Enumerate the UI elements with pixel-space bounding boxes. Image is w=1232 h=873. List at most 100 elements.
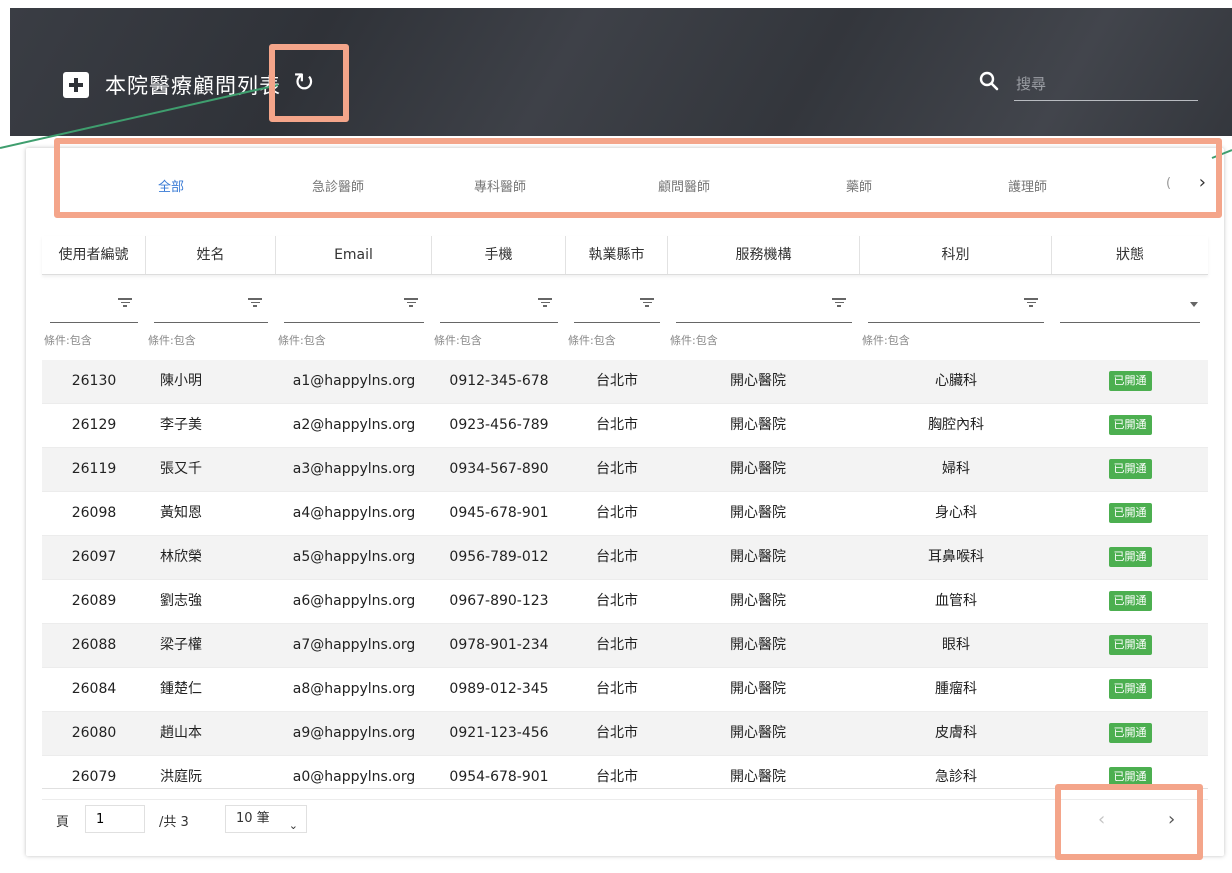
- filter-phone[interactable]: 條件:包含: [432, 278, 566, 358]
- filter-status-select[interactable]: [1052, 278, 1208, 358]
- cell-dept: 眼科: [942, 637, 970, 653]
- tab-pharmacist[interactable]: 藥師: [846, 176, 872, 195]
- cell-city: 台北市: [596, 637, 638, 653]
- table-row[interactable]: 26084 鍾楚仁 a8@happylns.org 0989-012-345 台北市 開心…: [42, 668, 1208, 712]
- status-badge: 已開通: [1108, 547, 1152, 567]
- cell-org: 開心醫院: [730, 637, 786, 653]
- filter-input-line[interactable]: [574, 322, 660, 323]
- column-header-id[interactable]: 使用者編號: [42, 236, 146, 274]
- table-row[interactable]: 26129 李子美 a2@happylns.org 0923-456-789 台北市 開心…: [42, 404, 1208, 448]
- column-header-email[interactable]: Email: [276, 236, 432, 274]
- filter-city[interactable]: 條件:包含: [566, 278, 668, 358]
- cell-email: a4@happylns.org: [292, 505, 416, 521]
- filter-icon[interactable]: [640, 296, 654, 308]
- cell-dept: 婦科: [942, 461, 970, 477]
- cell-email: a2@happylns.org: [292, 417, 416, 433]
- table-row[interactable]: 26130 陳小明 a1@happylns.org 0912-345-678 台北市 開心…: [42, 360, 1208, 404]
- cell-id: 26098: [71, 505, 117, 521]
- cell-org: 開心醫院: [730, 681, 786, 697]
- filter-icon[interactable]: [832, 296, 846, 308]
- filter-input-line[interactable]: [1060, 322, 1200, 323]
- column-header-department[interactable]: 科別: [860, 236, 1052, 274]
- column-header-city[interactable]: 執業縣市: [566, 236, 668, 274]
- table-row[interactable]: 26097 林欣榮 a5@happylns.org 0956-789-012 台北市 開心…: [42, 536, 1208, 580]
- column-header-organization[interactable]: 服務機構: [668, 236, 860, 274]
- page-title: 本院醫療顧問列表: [105, 74, 281, 98]
- filter-input-line[interactable]: [868, 322, 1044, 323]
- cell-email: a6@happylns.org: [292, 593, 416, 609]
- status-cell: 已開通: [1052, 712, 1208, 755]
- cell-dept: 心臟科: [935, 373, 977, 389]
- tab-specialist[interactable]: 專科醫師: [474, 176, 526, 195]
- cell-name: 梁子權: [160, 637, 202, 653]
- table-row[interactable]: 26080 趙山本 a9@happylns.org 0921-123-456 台北市 開心…: [42, 712, 1208, 756]
- tab-consultant[interactable]: 顧問醫師: [658, 176, 710, 195]
- cell-phone: 0912-345-678: [449, 373, 549, 389]
- filter-icon[interactable]: [248, 296, 262, 308]
- cell-dept: 腫瘤科: [935, 681, 977, 697]
- column-header-name[interactable]: 姓名: [146, 236, 276, 274]
- cell-dept: 血管科: [935, 593, 977, 609]
- filter-input-line[interactable]: [154, 322, 268, 323]
- tab-emergency-doctor[interactable]: 急診醫師: [312, 176, 364, 195]
- filter-input-line[interactable]: [440, 322, 558, 323]
- table-body: 26130 陳小明 a1@happylns.org 0912-345-678 台北市 開心…: [42, 360, 1208, 800]
- cell-name: 劉志強: [160, 593, 202, 609]
- prev-page-button[interactable]: ‹: [1098, 809, 1105, 830]
- filter-organization[interactable]: 條件:包含: [668, 278, 860, 358]
- status-badge: 已開通: [1108, 767, 1152, 787]
- page-size-select[interactable]: 10 筆 ⌄: [225, 805, 307, 833]
- cell-phone: 0945-678-901: [449, 505, 549, 521]
- filter-id[interactable]: 條件:包含: [42, 278, 146, 358]
- page-header: 本院醫療顧問列表 ↻: [10, 8, 1232, 136]
- cell-name: 林欣榮: [160, 549, 202, 565]
- filter-condition: 條件:包含: [670, 334, 718, 347]
- filter-icon[interactable]: [1024, 296, 1038, 308]
- chevron-down-icon[interactable]: [1190, 302, 1198, 307]
- page-number-input[interactable]: [85, 805, 145, 833]
- table-header: 使用者編號 姓名 Email 手機 執業縣市 服務機構 科別 狀態: [42, 236, 1208, 275]
- status-cell: 已開通: [1052, 536, 1208, 579]
- filter-department[interactable]: 條件:包含: [860, 278, 1052, 358]
- cell-city: 台北市: [596, 549, 638, 565]
- cell-email: a5@happylns.org: [292, 549, 416, 565]
- filter-icon[interactable]: [538, 296, 552, 308]
- filter-input-line[interactable]: [676, 322, 852, 323]
- cell-name: 黃知恩: [160, 505, 202, 521]
- cell-city: 台北市: [596, 417, 638, 433]
- tab-next-icon[interactable]: ›: [1199, 172, 1206, 193]
- table-row[interactable]: 26098 黃知恩 a4@happylns.org 0945-678-901 台北市 開心…: [42, 492, 1208, 536]
- search-input[interactable]: [1014, 68, 1198, 101]
- cell-name: 張又千: [160, 461, 202, 477]
- cell-id: 26084: [71, 681, 117, 697]
- cell-name: 鍾楚仁: [160, 681, 202, 697]
- add-icon[interactable]: [63, 72, 89, 98]
- filter-name[interactable]: 條件:包含: [146, 278, 276, 358]
- filter-icon[interactable]: [118, 296, 132, 308]
- table-row[interactable]: 26119 張又千 a3@happylns.org 0934-567-890 台北市 開心…: [42, 448, 1208, 492]
- next-page-button[interactable]: ›: [1168, 809, 1175, 830]
- filter-icon[interactable]: [404, 296, 418, 308]
- column-header-status[interactable]: 狀態: [1052, 236, 1208, 274]
- consultant-list-card: 全部 急診醫師 專科醫師 顧問醫師 藥師 護理師 ( › 使用者編號 姓名 Em…: [26, 148, 1224, 856]
- filter-condition: 條件:包含: [568, 334, 616, 347]
- refresh-icon[interactable]: ↻: [293, 68, 315, 98]
- filter-condition: 條件:包含: [434, 334, 482, 347]
- cell-phone: 0956-789-012: [449, 549, 549, 565]
- filter-input-line[interactable]: [50, 322, 138, 323]
- cell-email: a9@happylns.org: [292, 725, 416, 741]
- search-icon[interactable]: [978, 70, 1000, 92]
- filter-condition: 條件:包含: [44, 334, 92, 347]
- column-header-phone[interactable]: 手機: [432, 236, 566, 274]
- filter-input-line[interactable]: [284, 322, 424, 323]
- filter-email[interactable]: 條件:包含: [276, 278, 432, 358]
- page-label: 頁: [56, 815, 70, 830]
- cell-id: 26089: [71, 593, 117, 609]
- table-row[interactable]: 26088 梁子權 a7@happylns.org 0978-901-234 台北市 開心…: [42, 624, 1208, 668]
- status-badge: 已開通: [1108, 635, 1152, 655]
- cell-phone: 0989-012-345: [449, 681, 549, 697]
- tab-nurse[interactable]: 護理師: [1008, 176, 1047, 195]
- table-row[interactable]: 26089 劉志強 a6@happylns.org 0967-890-123 台北市 開心…: [42, 580, 1208, 624]
- tab-all[interactable]: 全部: [158, 176, 184, 195]
- status-badge: 已開通: [1108, 371, 1152, 391]
